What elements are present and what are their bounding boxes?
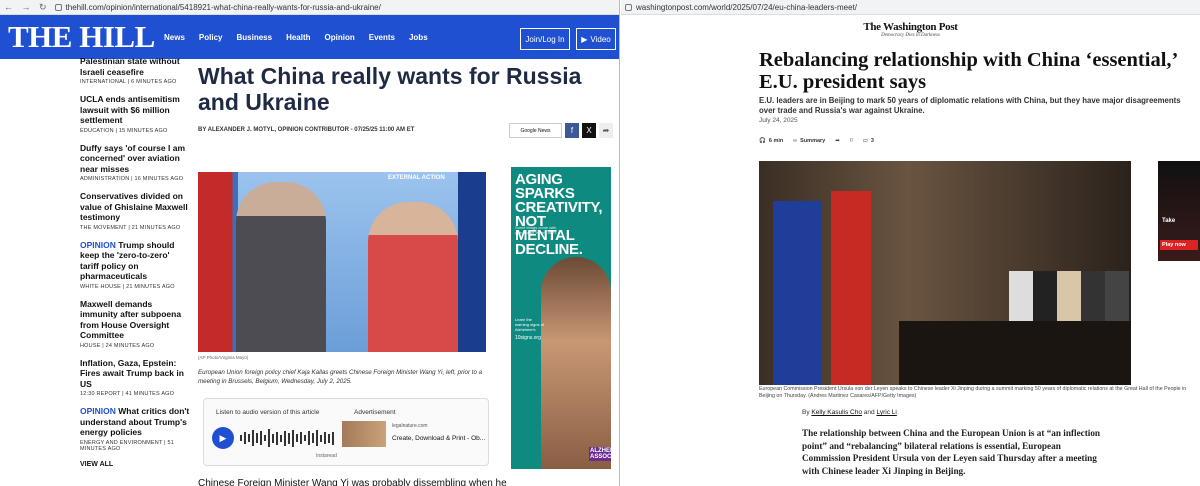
article-headline: Rebalancing relationship with China ‘ess… (759, 49, 1177, 93)
x-icon[interactable]: X (582, 123, 596, 138)
play-icon: ▶ (581, 34, 588, 44)
article-date: July 24, 2025 (759, 117, 798, 124)
ad-play-button[interactable]: Play now (1160, 240, 1198, 250)
headphones-icon: 🎧 (759, 138, 766, 144)
share-icon[interactable]: ➦ (835, 138, 840, 144)
nav-news[interactable]: News (160, 33, 195, 42)
instaread-label: Instaread (316, 453, 337, 459)
site-tagline: Democracy Dies in Darkness (881, 33, 940, 38)
opinion-tag: OPINION (80, 406, 116, 416)
share-bar: Google News f X ➦ (509, 123, 613, 138)
article-photo (759, 161, 1131, 385)
article-body: Chinese Foreign Minister Wang Yi was pro… (198, 478, 507, 486)
google-news-button[interactable]: Google News (509, 123, 562, 138)
ad-text: Take (1162, 218, 1176, 224)
nav-arrows-icon[interactable]: ← → ↻ (4, 2, 50, 13)
eu-flag (773, 201, 821, 385)
sidebar-advertisement[interactable]: Take Play now (1158, 161, 1200, 261)
photo-credit: (AP Photo/Virginia Mayo) (198, 355, 249, 360)
ad-url[interactable]: 10signs.org (515, 335, 541, 341)
site-logo[interactable]: THE HILL (0, 19, 160, 55)
nav-health[interactable]: Health (282, 33, 320, 42)
list-item[interactable]: UCLA ends antisemitism lawsuit with $6 m… (80, 94, 190, 134)
site-info-icon[interactable] (54, 3, 62, 11)
photo-person-right (368, 202, 458, 352)
article-photo: EXTERNAL ACTION (198, 172, 486, 352)
article-headline: What China really wants for Russia and U… (198, 63, 582, 115)
site-info-icon[interactable] (625, 3, 632, 11)
nav-policy[interactable]: Policy (195, 33, 233, 42)
nav-jobs[interactable]: Jobs (405, 33, 438, 42)
list-item[interactable]: Maxwell demands immunity after subpoena … (80, 299, 190, 349)
video-label: Video (590, 34, 611, 44)
article-byline: By Kelly Kasulis Cho and Lyric Li (802, 409, 897, 416)
ad-text[interactable]: Create, Download & Print - Ob... (392, 435, 485, 442)
comment-icon: ▭ (862, 138, 868, 144)
latest-news-sidebar: Palestinian state without Israeli ceasef… (80, 56, 190, 468)
advertisement-label: Advertisement (354, 409, 396, 416)
author-link[interactable]: Lyric Li (876, 409, 896, 416)
listen-button[interactable]: 🎧 6 min (759, 138, 783, 144)
ad-thumbnail[interactable] (342, 421, 386, 447)
ad-headline: AGING SPARKS CREATIVITY, NOT MENTAL DECL… (515, 171, 603, 258)
summary-icon: ∞ (793, 138, 798, 144)
ad-portrait (541, 257, 611, 469)
nav-opinion[interactable]: Opinion (321, 33, 365, 42)
waveform-icon[interactable] (240, 429, 340, 447)
join-login-button[interactable]: Join/Log In (520, 28, 570, 50)
photo-banner-text: EXTERNAL ACTION (388, 175, 445, 181)
photo-person-left (236, 182, 326, 352)
photo-caption: European Commission President Ursula von… (759, 386, 1187, 399)
article-toolbar: 🎧 6 min ∞ Summary ➦ ⌑ ▭ 3 (759, 138, 874, 144)
article-subheadline: E.U. leaders are in Beijing to mark 50 y… (759, 96, 1181, 115)
url-text[interactable]: washingtonpost.com/world/2025/07/24/eu-c… (636, 3, 857, 12)
photo-table (899, 321, 1131, 385)
list-item[interactable]: Duffy says 'of course I am concerned' ov… (80, 143, 190, 183)
main-nav: News Policy Business Health Opinion Even… (160, 33, 438, 42)
china-flag (831, 191, 871, 385)
facebook-icon[interactable]: f (565, 123, 579, 138)
url-text[interactable]: thehill.com/opinion/international/541892… (66, 3, 381, 12)
ad-logo: ALZHEI ASSOCI (589, 447, 611, 461)
ad-domain[interactable]: legalnature.com (392, 423, 428, 429)
article-body: The relationship between China and the E… (802, 428, 1101, 476)
bookmark-icon[interactable]: ⌑ (850, 138, 853, 144)
author-link[interactable]: Kelly Kasulis Cho (811, 409, 862, 416)
ad-subtext: Some things come with age. Some others d… (515, 225, 558, 235)
list-item[interactable]: OPINION Trump should keep the 'zero-to-z… (80, 240, 190, 290)
video-button[interactable]: ▶ Video (576, 28, 616, 50)
ad-learn-text: Learn the warning signs of Alzheimer's (515, 317, 544, 332)
article-byline: BY ALEXANDER J. MOTYL, OPINION CONTRIBUT… (198, 127, 415, 133)
list-item[interactable]: OPINION What critics don't understand ab… (80, 406, 190, 452)
opinion-tag: OPINION (80, 239, 116, 250)
summary-button[interactable]: ∞ Summary (793, 138, 825, 144)
right-browser-window: washingtonpost.com/world/2025/07/24/eu-c… (621, 0, 1200, 486)
view-all-link[interactable]: VIEW ALL (80, 461, 190, 468)
site-logo[interactable]: The Washington Post (621, 21, 1200, 33)
audio-label: Listen to audio version of this article (216, 409, 320, 416)
audio-player: Listen to audio version of this article … (203, 398, 489, 466)
list-item[interactable]: Inflation, Gaza, Epstein: Fires await Tr… (80, 358, 190, 398)
address-bar[interactable]: washingtonpost.com/world/2025/07/24/eu-c… (621, 0, 1200, 15)
share-icon[interactable]: ➦ (599, 123, 613, 138)
address-bar[interactable]: ← → ↻ thehill.com/opinion/international/… (0, 0, 619, 15)
list-item[interactable]: Conservatives divided on value of Ghisla… (80, 191, 190, 231)
left-browser-window: ← → ↻ thehill.com/opinion/international/… (0, 0, 620, 486)
photo-caption: European Union foreign policy chief Kaja… (198, 369, 483, 385)
nav-events[interactable]: Events (365, 33, 405, 42)
sidebar-advertisement[interactable]: AGING SPARKS CREATIVITY, NOT MENTAL DECL… (511, 167, 611, 469)
audio-play-button[interactable]: ▶ (212, 427, 234, 449)
comments-button[interactable]: ▭ 3 (863, 138, 874, 144)
nav-business[interactable]: Business (232, 33, 282, 42)
list-item[interactable]: Palestinian state without Israeli ceasef… (80, 56, 190, 85)
